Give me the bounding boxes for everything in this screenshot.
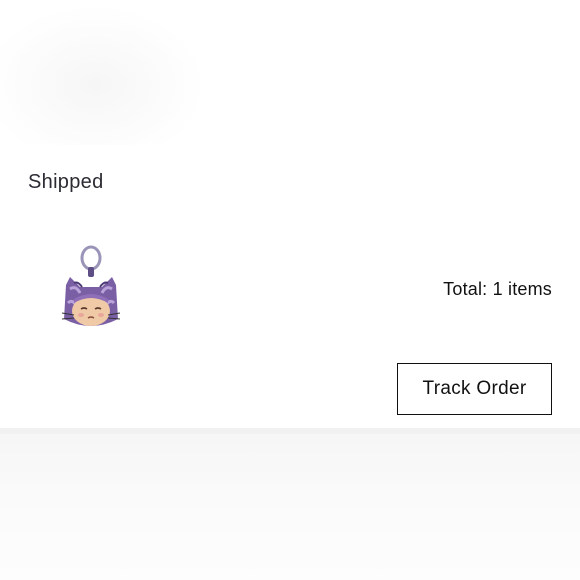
order-card: Shipped Total: 1 items Track Order <box>0 145 580 428</box>
track-order-button[interactable]: Track Order <box>397 363 552 415</box>
plush-keychain-icon <box>61 245 121 326</box>
previous-card-area <box>0 0 580 145</box>
next-card-area <box>0 434 580 580</box>
order-total: Total: 1 items <box>443 279 552 299</box>
order-status: Shipped <box>28 171 104 193</box>
product-thumbnail[interactable] <box>56 241 126 337</box>
